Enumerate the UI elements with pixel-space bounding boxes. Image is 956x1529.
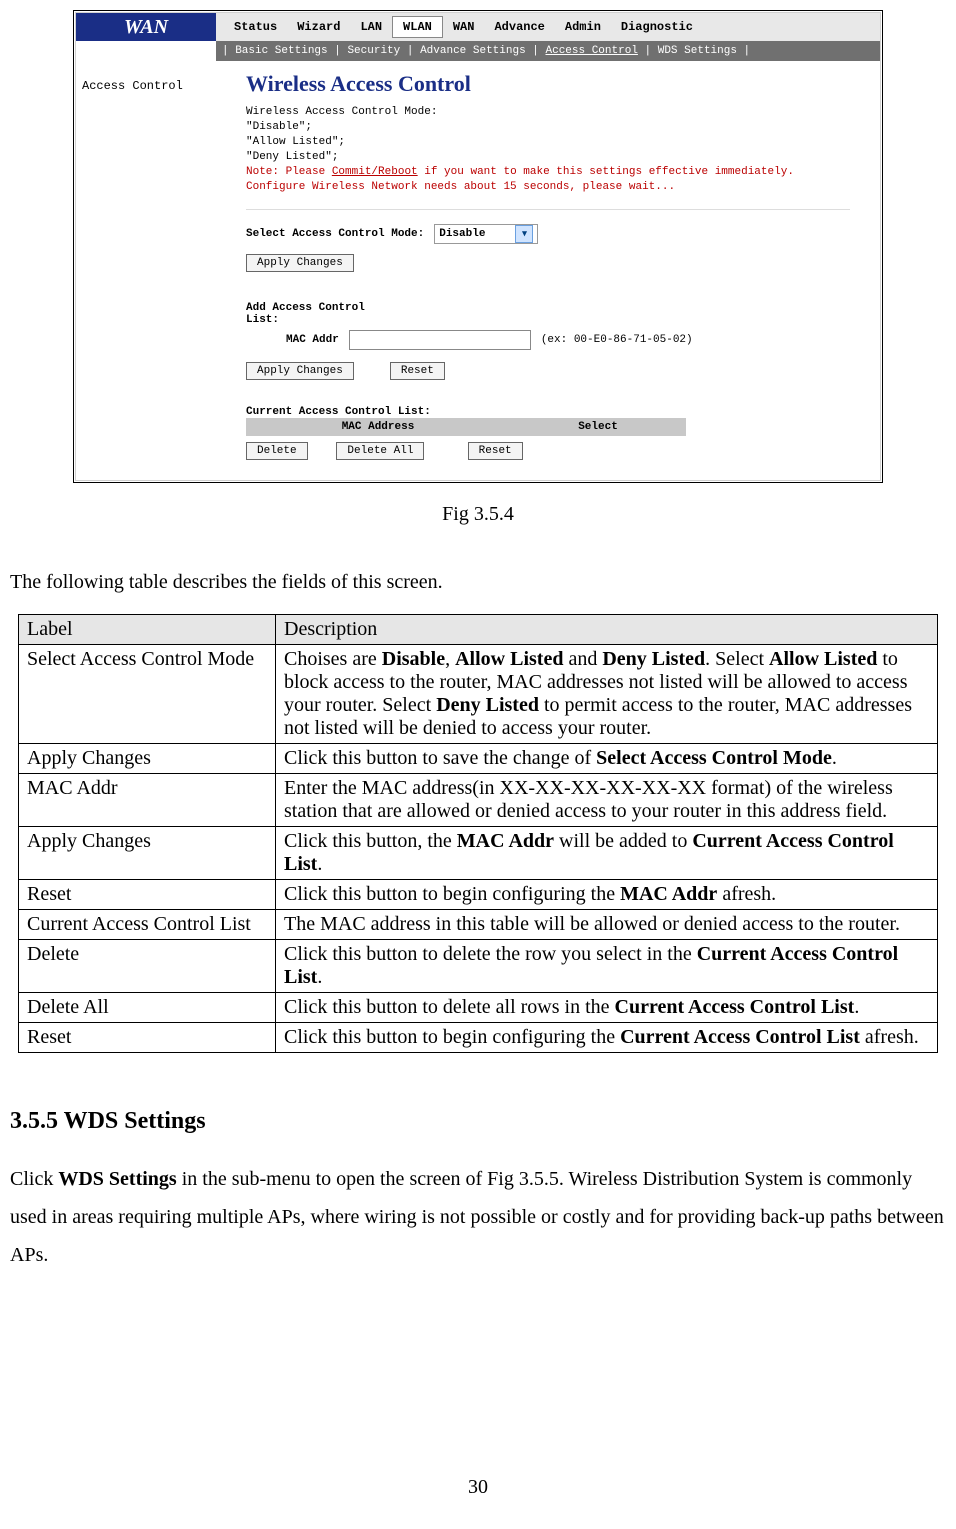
tab-wizard[interactable]: Wizard <box>287 20 350 34</box>
row-deleteall-desc: Click this button to delete all rows in … <box>276 993 938 1023</box>
page-title: Wireless Access Control <box>246 71 850 97</box>
mode-intro-line2: "Disable"; <box>246 120 850 135</box>
tab-advance[interactable]: Advance <box>484 20 554 34</box>
submenu-security[interactable]: Security <box>347 45 400 57</box>
row-apply2-desc: Click this button, the MAC Addr will be … <box>276 827 938 880</box>
apply-changes-mode-button[interactable]: Apply Changes <box>246 254 354 272</box>
row-apply1-desc: Click this button to save the change of … <box>276 744 938 774</box>
brand-logo: WAN <box>76 13 216 41</box>
mac-addr-hint: (ex: 00-E0-86-71-05-02) <box>541 334 693 346</box>
col-header-label: Label <box>19 615 276 645</box>
col-header-description: Description <box>276 615 938 645</box>
page-number: 30 <box>0 1476 956 1499</box>
row-current-list-label: Current Access Control List <box>19 910 276 940</box>
sidebar: Access Control <box>76 61 216 480</box>
row-reset2-desc: Click this button to begin configuring t… <box>276 1023 938 1053</box>
add-list-label-1: Add Access Control <box>246 302 365 314</box>
section-3-5-5-text: Click WDS Settings in the sub-menu to op… <box>10 1160 946 1274</box>
content-area: Wireless Access Control Wireless Access … <box>216 61 880 480</box>
wait-note: Configure Wireless Network needs about 1… <box>246 180 850 195</box>
access-control-mode-select[interactable]: Disable ▾ <box>434 224 538 244</box>
row-reset2-label: Reset <box>19 1023 276 1053</box>
row-macaddr-label: MAC Addr <box>19 774 276 827</box>
col-mac-address: MAC Address <box>246 418 510 436</box>
reset-mac-button[interactable]: Reset <box>390 362 445 380</box>
top-bar: WAN Status Wizard LAN WLAN WAN Advance A… <box>76 13 880 41</box>
main-tabs: Status Wizard LAN WLAN WAN Advance Admin… <box>216 13 880 41</box>
submenu: | Basic Settings | Security | Advance Se… <box>76 41 880 61</box>
mac-addr-input[interactable] <box>349 330 531 350</box>
select-value: Disable <box>439 228 485 240</box>
reset-list-button[interactable]: Reset <box>468 442 523 460</box>
router-screenshot: WAN Status Wizard LAN WLAN WAN Advance A… <box>73 10 883 483</box>
row-apply2-label: Apply Changes <box>19 827 276 880</box>
note-text-2: if you want to make this settings effect… <box>418 166 794 178</box>
mode-intro-line3: "Allow Listed"; <box>246 135 850 150</box>
tab-diagnostic[interactable]: Diagnostic <box>611 20 703 34</box>
row-select-mode-label: Select Access Control Mode <box>19 645 276 744</box>
sidebar-access-control[interactable]: Access Control <box>82 79 183 93</box>
row-apply1-label: Apply Changes <box>19 744 276 774</box>
tab-lan[interactable]: LAN <box>350 20 392 34</box>
row-macaddr-desc: Enter the MAC address(in XX-XX-XX-XX-XX-… <box>276 774 938 827</box>
select-mode-label: Select Access Control Mode: <box>246 228 424 240</box>
tab-status[interactable]: Status <box>224 20 287 34</box>
row-select-mode-desc: Choises are Disable, Allow Listed and De… <box>276 645 938 744</box>
delete-button[interactable]: Delete <box>246 442 308 460</box>
apply-changes-mac-button[interactable]: Apply Changes <box>246 362 354 380</box>
submenu-advance-settings[interactable]: Advance Settings <box>420 45 526 57</box>
field-description-table: Label Description Select Access Control … <box>18 614 938 1053</box>
delete-all-button[interactable]: Delete All <box>336 442 424 460</box>
note-text-1: Note: Please <box>246 166 332 178</box>
tab-wan[interactable]: WAN <box>443 20 485 34</box>
figure-caption: Fig 3.5.4 <box>10 503 946 526</box>
tab-wlan[interactable]: WLAN <box>392 16 443 38</box>
chevron-down-icon: ▾ <box>515 225 533 243</box>
row-deleteall-label: Delete All <box>19 993 276 1023</box>
submenu-basic[interactable]: Basic Settings <box>235 45 327 57</box>
row-delete-desc: Click this button to delete the row you … <box>276 940 938 993</box>
row-current-list-desc: The MAC address in this table will be al… <box>276 910 938 940</box>
tab-admin[interactable]: Admin <box>555 20 611 34</box>
row-delete-label: Delete <box>19 940 276 993</box>
col-select: Select <box>510 418 686 436</box>
submenu-wds[interactable]: WDS Settings <box>658 45 737 57</box>
commit-reboot-link[interactable]: Commit/Reboot <box>332 166 418 178</box>
table-intro-text: The following table describes the fields… <box>10 571 946 594</box>
add-list-label-2: List: <box>246 314 279 326</box>
current-list-label: Current Access Control List: <box>246 406 431 418</box>
row-reset1-desc: Click this button to begin configuring t… <box>276 880 938 910</box>
mode-intro-line4: "Deny Listed"; <box>246 150 850 165</box>
section-3-5-5-title: 3.5.5 WDS Settings <box>10 1108 946 1135</box>
submenu-access-control[interactable]: Access Control <box>546 45 638 57</box>
row-reset1-label: Reset <box>19 880 276 910</box>
mac-addr-label: MAC Addr <box>286 334 339 346</box>
current-list-table-header: MAC Address Select <box>246 418 686 436</box>
mode-intro-line1: Wireless Access Control Mode: <box>246 105 850 120</box>
